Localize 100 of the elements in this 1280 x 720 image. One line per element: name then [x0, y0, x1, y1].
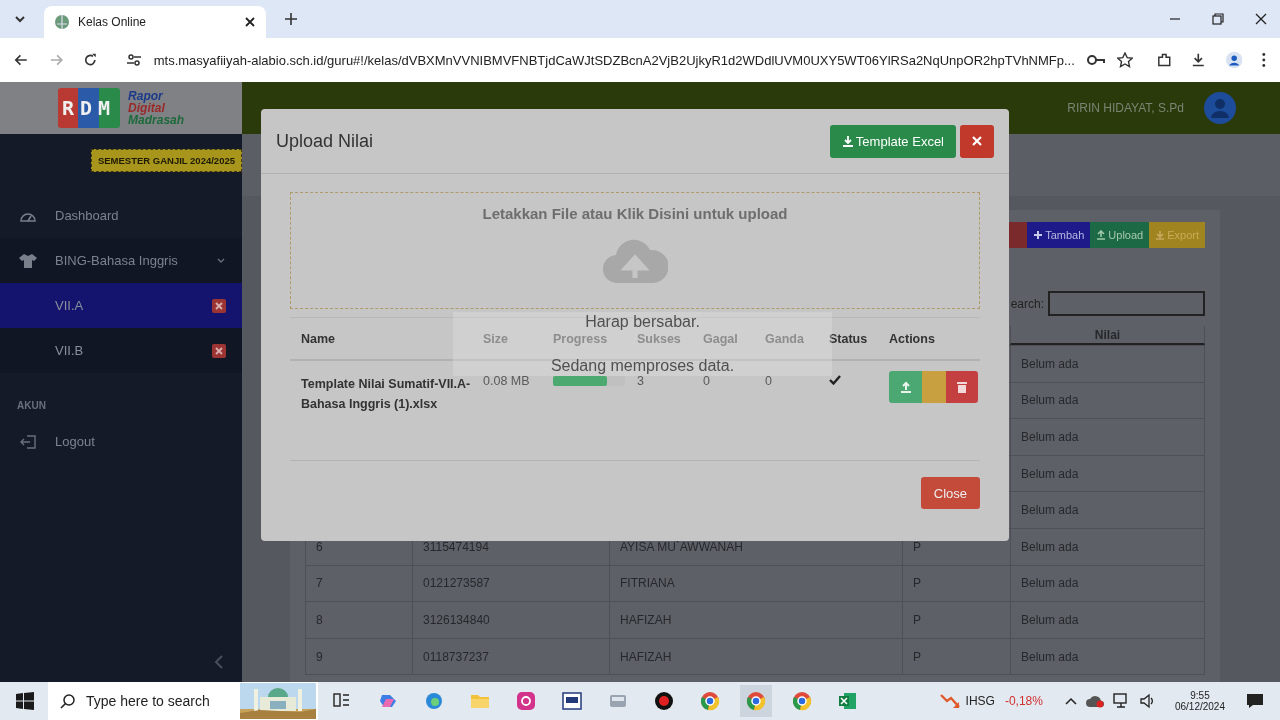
section-label: AKUN	[16, 399, 47, 413]
table-cell: 7	[305, 565, 412, 602]
semester-badge: SEMESTER GANJIL 2024/2025	[90, 149, 242, 172]
camera-app-icon[interactable]	[516, 691, 536, 711]
download-icon	[841, 135, 854, 147]
stock-name: IHSG	[965, 694, 995, 708]
url-text: mts.masyafiiyah-alabio.sch.id/guru#!/kelas/dVBXMnVVNIBMVFNBTjdCaWJtSDZBcnA2VjB2UjkyR1d2WDdlUVM0UXY5WT06YlRSa2NqUnpOR2hpTVhNMFp...	[153, 52, 1075, 68]
column-header: Status	[828, 331, 869, 346]
search-label: earch:	[1010, 296, 1044, 311]
column-header: Size	[482, 331, 509, 346]
sidebar-group-item[interactable]: BING-Bahasa Inggris	[0, 238, 242, 283]
column-header: Name	[300, 331, 337, 346]
sidebar-subitem[interactable]: VII.B	[0, 328, 242, 373]
table-cell: HAFIZAH	[609, 602, 902, 638]
logo-text: Madrasah	[128, 114, 185, 126]
sidebar-subitem[interactable]: VII.A	[0, 283, 242, 328]
table-cell: Belum ada	[1010, 565, 1205, 602]
search-box[interactable]: Type here to search	[48, 682, 318, 720]
site-settings-icon[interactable]	[125, 52, 142, 68]
download-icon[interactable]	[1191, 52, 1206, 68]
add-button[interactable]: Tambah	[1027, 222, 1091, 248]
clock[interactable]: 9:55 06/12/2024	[1174, 690, 1225, 712]
edge-browser-icon[interactable]	[424, 691, 444, 711]
remove-icon[interactable]	[212, 298, 226, 313]
file-name: Template Nilai Sumatif-VII.A-Bahasa Inggris (1).xlsx	[300, 376, 472, 413]
download-icon	[1155, 230, 1166, 240]
delete-button[interactable]	[945, 371, 978, 403]
key-icon[interactable]	[1086, 54, 1105, 66]
upload-icon	[899, 381, 912, 393]
chrome-icon[interactable]	[792, 691, 812, 711]
close-icon	[972, 136, 982, 146]
table-cell-text: 0	[764, 374, 773, 388]
column-header: Nilai	[1010, 326, 1205, 345]
chart-down-icon[interactable]	[939, 691, 960, 711]
plus-icon	[1033, 230, 1044, 240]
cloud-icon[interactable]	[1085, 694, 1104, 708]
close-icon[interactable]	[244, 16, 256, 28]
restore-icon[interactable]	[1212, 13, 1224, 25]
close-icon[interactable]	[1255, 13, 1267, 25]
shirt-icon	[19, 252, 37, 269]
table-cell: Belum ada	[1010, 602, 1205, 638]
table-cell: HAFIZAH	[609, 638, 902, 675]
chrome-icon[interactable]	[700, 691, 720, 711]
column-header: Progress	[552, 331, 609, 346]
reload-icon[interactable]	[83, 52, 98, 68]
table-cell: Belum ada	[1010, 382, 1205, 419]
chevron-up-icon[interactable]	[1064, 697, 1077, 705]
table-cell: 8	[305, 602, 412, 638]
sidebar-item[interactable]: Dashboard	[0, 193, 242, 238]
window-app-icon[interactable]	[562, 691, 582, 711]
processing-text: Harap bersabar.	[585, 312, 700, 332]
table-cell: Belum ada	[1010, 492, 1205, 528]
drop-zone[interactable]: Letakkan File atau Klik Disini untuk upload	[290, 192, 980, 309]
table-cell-text: 3	[636, 374, 645, 388]
upload-button[interactable]: Upload	[1090, 222, 1150, 248]
extensions-icon[interactable]	[1156, 52, 1172, 68]
spreadsheet-icon[interactable]	[838, 691, 858, 711]
cloud-upload-icon	[602, 238, 668, 284]
table-cell: Belum ada	[1010, 455, 1205, 492]
column-header: Sukses	[636, 331, 682, 346]
bookmark-star-icon[interactable]	[1116, 52, 1133, 68]
table-cell: 9	[305, 638, 412, 675]
tab-title: Kelas Online	[78, 15, 148, 29]
globe-icon	[54, 14, 70, 30]
remove-icon[interactable]	[212, 343, 226, 358]
trash-icon	[956, 381, 967, 393]
table-cell: 0121273587	[412, 565, 609, 602]
close-button[interactable]: Close	[920, 477, 980, 509]
search-placeholder: Type here to search	[86, 693, 211, 709]
clock-time: 9:55	[1190, 690, 1210, 701]
column-header: Gagal	[702, 331, 739, 346]
start-icon[interactable]	[16, 692, 34, 710]
record-icon[interactable]	[654, 691, 674, 711]
search-field[interactable]	[1048, 291, 1205, 316]
table-cell: 0118737237	[412, 638, 609, 675]
clock-date: 06/12/2024	[1174, 701, 1225, 712]
more-icon[interactable]	[1262, 52, 1266, 68]
logo-text: Digital	[128, 102, 165, 114]
notification-icon[interactable]	[1246, 693, 1264, 709]
upload-button[interactable]	[889, 371, 923, 403]
table-cell: FITRIANA	[609, 565, 902, 602]
table-cell: Belum ada	[1010, 638, 1205, 675]
table-cell: Belum ada	[1010, 419, 1205, 455]
table-cell: 3126134840	[412, 602, 609, 638]
dialog-title: Upload Nilai	[276, 130, 375, 152]
search-icon	[60, 693, 76, 709]
sidebar-item[interactable]: Logout	[0, 419, 242, 464]
browser-tab[interactable]: Kelas Online	[44, 6, 266, 38]
new-tab-icon[interactable]	[284, 12, 298, 26]
table-cell: P	[902, 602, 1010, 638]
table-cell: P	[902, 638, 1010, 675]
template-excel-button[interactable]: Template Excel	[829, 124, 956, 158]
profile-icon[interactable]	[1225, 51, 1243, 69]
back-icon[interactable]	[14, 52, 29, 68]
upload-icon	[1096, 230, 1107, 240]
close-button[interactable]	[960, 124, 994, 158]
column-header: Actions	[888, 331, 936, 346]
column-header: Ganda	[764, 331, 805, 346]
speaker-icon[interactable]	[1139, 693, 1156, 709]
user-name: RIRIN HIDAYAT, S.Pd	[1067, 101, 1184, 115]
